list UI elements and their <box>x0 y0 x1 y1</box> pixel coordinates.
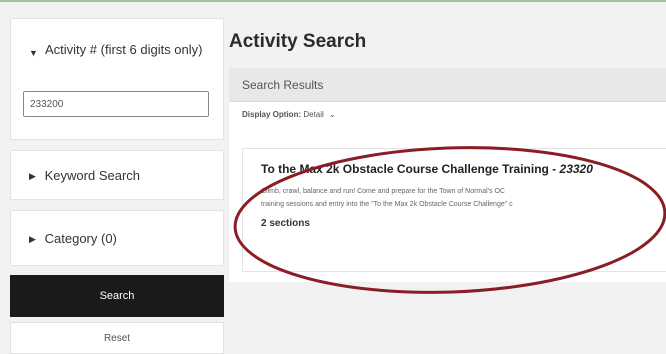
activity-number-input[interactable] <box>23 91 209 117</box>
activity-number-toggle[interactable]: ▼ Activity # (first 6 digits only) <box>29 41 215 58</box>
search-button[interactable]: Search <box>10 275 224 317</box>
caret-right-icon: ▶ <box>29 171 36 181</box>
activity-result-description: Climb, crawl, balance and run! Come and … <box>261 185 666 211</box>
activity-result-card[interactable]: To the Max 2k Obstacle Course Challenge … <box>242 148 666 272</box>
category-toggle[interactable]: ▶ Category (0) <box>29 230 117 248</box>
activity-result-title[interactable]: To the Max 2k Obstacle Course Challenge … <box>261 162 593 176</box>
caret-down-icon: ▼ <box>29 48 38 58</box>
category-filter[interactable]: ▶ Category (0) <box>10 210 224 266</box>
category-label: Category (0) <box>44 231 117 246</box>
search-results-title: Search Results <box>242 78 324 92</box>
search-results-header: Search Results <box>229 68 666 102</box>
caret-right-icon: ▶ <box>29 234 36 244</box>
activity-result-name: To the Max 2k Obstacle Course Challenge … <box>261 162 560 176</box>
description-line: Climb, crawl, balance and run! Come and … <box>261 188 505 195</box>
display-option-value: Detail <box>303 110 324 119</box>
activity-number-label: Activity # (first 6 digits only) <box>45 42 203 57</box>
description-line: training sessions and entry into the "To… <box>261 201 513 208</box>
keyword-search-label: Keyword Search <box>44 168 141 183</box>
keyword-search-filter[interactable]: ▶ Keyword Search <box>10 150 224 200</box>
display-option-label: Display Option: <box>242 110 302 119</box>
page-title: Activity Search <box>229 31 367 52</box>
sections-link[interactable]: 2 sections <box>261 218 310 229</box>
keyword-search-toggle[interactable]: ▶ Keyword Search <box>29 167 140 185</box>
display-option-select[interactable]: Display Option: Detail ⌄ <box>242 110 336 119</box>
reset-button[interactable]: Reset <box>10 322 224 354</box>
chevron-down-icon: ⌄ <box>329 110 336 119</box>
activity-number-filter: ▼ Activity # (first 6 digits only) <box>10 18 224 140</box>
activity-result-number: 23320 <box>559 162 593 176</box>
top-accent-line <box>0 0 666 2</box>
